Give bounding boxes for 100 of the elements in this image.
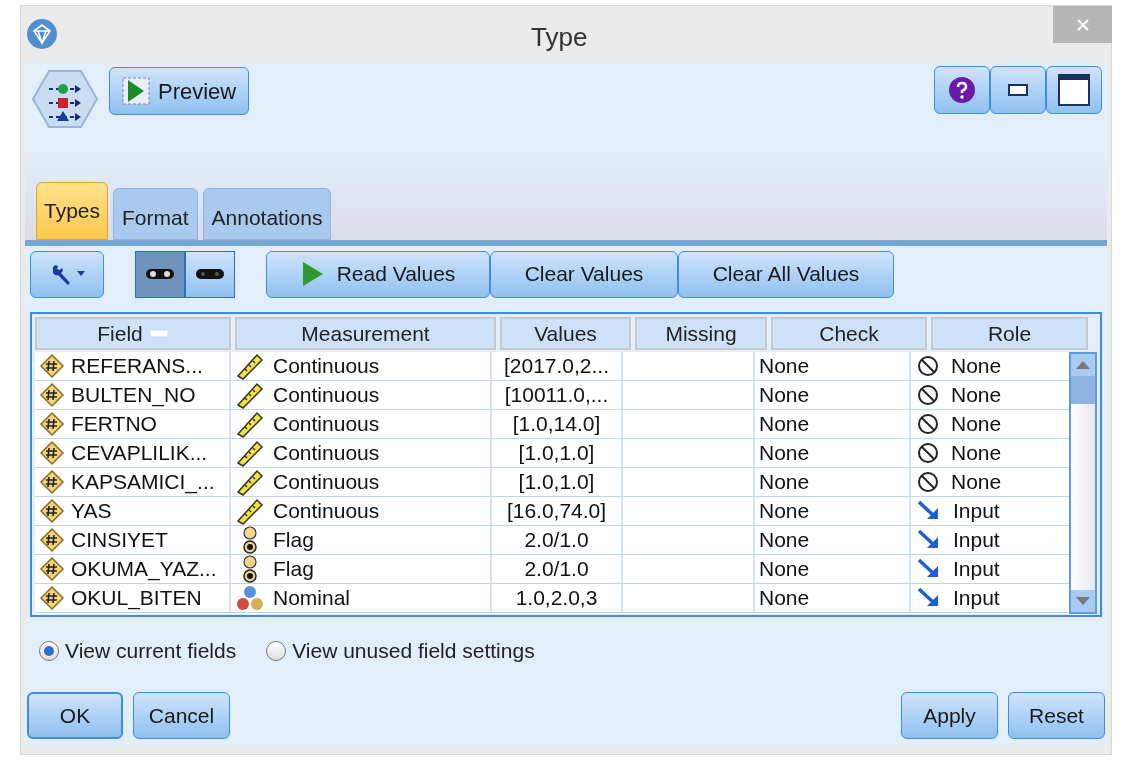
table-cell: [1.0,1.0] — [492, 439, 623, 467]
role-label: Input — [953, 498, 1000, 525]
table-cell: None — [755, 584, 911, 612]
measurement-label: Continuous — [273, 440, 380, 467]
tab[interactable]: Annotations — [202, 188, 332, 240]
number-field-icon — [39, 556, 65, 582]
flag-icon — [242, 554, 258, 584]
role-label: None — [951, 411, 1002, 438]
arrow-icon — [917, 587, 941, 609]
tab[interactable]: Format — [113, 188, 198, 240]
table-cell: None — [755, 352, 911, 380]
cancel-button[interactable]: Cancel — [133, 692, 230, 739]
play-film-icon — [122, 77, 150, 105]
radio-button[interactable] — [266, 640, 287, 661]
scroll-down-button[interactable] — [1071, 590, 1095, 612]
arrow-icon — [917, 529, 941, 551]
nominal-icon — [235, 583, 265, 613]
prohibited-icon — [917, 355, 939, 377]
field-name: FERTNO — [71, 411, 157, 438]
column-title: Field — [97, 320, 143, 347]
ruler-icon — [235, 496, 265, 526]
help-icon — [948, 76, 976, 104]
play-icon — [300, 260, 325, 288]
diamond-logo-icon — [25, 17, 59, 51]
table-cell: [1.0,14.0] — [492, 410, 623, 438]
measurement-label: Nominal — [273, 585, 351, 612]
measurement-label: Continuous — [273, 469, 380, 496]
minimize-icon — [1008, 84, 1028, 96]
table-cell: None — [755, 439, 911, 467]
number-field-icon — [39, 353, 65, 379]
scrollbar[interactable] — [1069, 352, 1097, 614]
prohibited-icon — [917, 471, 939, 493]
link-icon — [195, 267, 225, 281]
clear-values-button[interactable]: Clear All Values — [678, 250, 894, 298]
scroll-up-icon — [1076, 361, 1091, 369]
column-title: Values — [534, 320, 597, 347]
ruler-icon — [235, 467, 265, 497]
measurement-label: Continuous — [273, 411, 380, 438]
role-label: Input — [953, 556, 1000, 583]
measurement-label: Continuous — [273, 353, 380, 380]
sort-icon — [148, 328, 169, 339]
maximize-button[interactable] — [1046, 66, 1102, 114]
flag-icon — [242, 525, 258, 555]
field-name: BULTEN_NO — [71, 382, 196, 409]
arrow-icon — [917, 558, 941, 580]
radio-label: View unused field settings — [292, 638, 535, 664]
field-name: CINSIYET — [71, 527, 168, 554]
table-cell: [16.0,74.0] — [492, 497, 623, 525]
prohibited-icon — [917, 384, 939, 406]
radio-option[interactable]: View unused field settings — [266, 635, 535, 667]
column-title: Check — [819, 320, 879, 347]
number-field-icon — [39, 585, 65, 611]
number-field-icon — [39, 498, 65, 524]
table-cell: 1.0,2.0,3 — [492, 584, 623, 612]
column-header[interactable]: Field — [35, 317, 231, 350]
help-button[interactable] — [934, 66, 990, 114]
table-cell: None — [755, 410, 911, 438]
number-field-icon — [39, 411, 65, 437]
view-toggle-button[interactable] — [135, 250, 185, 298]
field-name: KAPSAMICI_... — [71, 469, 215, 496]
table-cell: None — [755, 555, 911, 583]
apply-button[interactable]: Apply — [901, 692, 998, 739]
scrollbar-thumb[interactable] — [1071, 376, 1095, 404]
ok-button[interactable]: OK — [27, 692, 123, 739]
field-name: OKUMA_YAZ... — [71, 556, 217, 583]
prohibited-icon — [917, 442, 939, 464]
ruler-icon — [235, 409, 265, 439]
table-cell: 2.0/1.0 — [492, 526, 623, 554]
arrow-icon — [917, 500, 941, 522]
column-title: Measurement — [301, 320, 430, 347]
tab[interactable]: Types — [36, 182, 109, 240]
column-title: Missing — [665, 320, 737, 347]
field-name: OKUL_BITEN — [71, 585, 202, 612]
role-label: None — [951, 440, 1002, 467]
table-cell: None — [755, 497, 911, 525]
table-cell: [1.0,1.0] — [492, 468, 623, 496]
role-label: Input — [953, 527, 1000, 554]
role-label: None — [951, 382, 1002, 409]
column-header[interactable]: Check — [771, 317, 927, 350]
reset-button[interactable]: Reset — [1008, 692, 1105, 739]
role-label: None — [951, 353, 1002, 380]
scroll-up-button[interactable] — [1071, 354, 1095, 376]
view-toggle-button[interactable] — [185, 250, 235, 298]
tools-menu-button[interactable] — [30, 250, 104, 298]
read-values-button[interactable]: Read Values — [266, 250, 490, 298]
measurement-label: Flag — [273, 556, 314, 583]
close-icon — [1074, 16, 1091, 33]
column-header[interactable]: Missing — [635, 317, 767, 350]
number-field-icon — [39, 382, 65, 408]
table-cell: None — [755, 526, 911, 554]
table-cell: [2017.0,2... — [492, 352, 623, 380]
preview-button[interactable]: Preview — [109, 67, 250, 115]
number-field-icon — [39, 469, 65, 495]
minimize-button[interactable] — [990, 66, 1046, 114]
column-header[interactable]: Values — [500, 317, 631, 350]
radio-option[interactable]: View current fields — [39, 635, 237, 667]
column-header[interactable]: Measurement — [235, 317, 496, 350]
clear-values-button[interactable]: Clear Values — [490, 250, 678, 298]
column-header[interactable]: Role — [931, 317, 1088, 350]
radio-button[interactable] — [39, 640, 59, 661]
